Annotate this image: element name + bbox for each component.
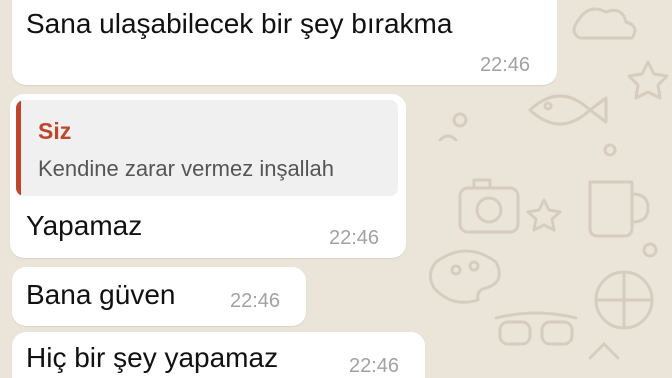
message-text: Hiç bir şey yapamaz [26, 342, 279, 373]
message-timestamp: 22:46 [329, 227, 380, 249]
ball-icon [594, 270, 654, 330]
palette-icon [429, 249, 501, 304]
message-timestamp: 22:46 [349, 355, 400, 377]
camera-icon [458, 178, 520, 234]
message-text: Bana güven [26, 279, 176, 310]
message-text: Yapamaz [26, 210, 143, 241]
message-bubble[interactable]: Sana ulaşabilecek bir şey bırakma 22:46 [12, 0, 557, 85]
quote-accent-bar [16, 100, 21, 196]
star-icon [627, 60, 669, 100]
message-bubble[interactable]: Hiç bir şey yapamaz 22:46 [12, 332, 425, 378]
quoted-message[interactable]: Siz Kendine zarar vermez inşallah [16, 100, 398, 196]
message-timestamp: 22:46 [230, 290, 281, 312]
reply-message-bubble[interactable]: Siz Kendine zarar vermez inşallah Yapama… [10, 94, 406, 258]
mug-icon [588, 180, 650, 238]
message-timestamp: 22:46 [480, 54, 531, 76]
quoted-author: Siz [38, 118, 72, 144]
message-text: Sana ulaşabilecek bir şey bırakma [26, 8, 453, 39]
star-icon [526, 198, 562, 232]
message-bubble[interactable]: Bana güven 22:46 [12, 267, 306, 326]
fish-icon [528, 94, 608, 126]
quoted-text: Kendine zarar vermez inşallah [38, 156, 334, 181]
cloud-icon [572, 7, 637, 40]
sunglasses-icon [494, 311, 578, 346]
